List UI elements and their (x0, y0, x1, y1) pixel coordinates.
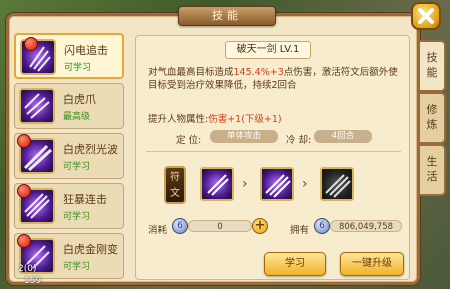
skill-status: 可学习 (63, 212, 91, 222)
skill-name: 白虎烈光波 (63, 143, 118, 156)
window-title: 技能 (178, 6, 276, 26)
divider (146, 151, 401, 152)
skill-name: 闪电追击 (64, 44, 108, 57)
skill-list: 闪电追击 可学习 白虎爪 最高级 白虎烈光波 可学习 狂暴连击 可学习 白虎金刚… (14, 33, 126, 283)
corner-number: 2(0) (18, 264, 37, 274)
skill-item-2[interactable]: 白虎烈光波 可学习 (14, 133, 124, 179)
skill-title: 破天一剑 LV.1 (225, 41, 311, 59)
skill-stage-1-icon (200, 167, 234, 201)
skill-status: 可学习 (64, 63, 92, 73)
cooldown-label: 冷 却: (286, 135, 312, 146)
add-button[interactable]: + (252, 218, 268, 234)
tab-skills[interactable]: 技能 (420, 40, 446, 92)
skill-status: 可学习 (63, 162, 91, 172)
cooldown-value: 4回合 (314, 130, 372, 143)
arrow-right-icon: › (242, 176, 248, 192)
coin-icon: 6 (172, 218, 188, 234)
skill-status: 最高级 (63, 112, 91, 122)
skill-item-0[interactable]: 闪电追击 可学习 (14, 33, 124, 79)
notification-dot (17, 134, 31, 148)
skill-name: 狂暴连击 (63, 193, 107, 206)
notification-dot (17, 184, 31, 198)
skill-name: 白虎爪 (63, 93, 96, 106)
skill-status: 可学习 (63, 262, 91, 272)
tiger-claw-icon (19, 88, 55, 124)
tab-life[interactable]: 生活 (420, 144, 446, 196)
tab-cultivation[interactable]: 修炼 (420, 92, 446, 144)
cost-label: 消耗 (148, 225, 168, 236)
skill-item-3[interactable]: 狂暴连击 可学习 (14, 183, 124, 229)
corner-number: 159 (24, 276, 42, 286)
notification-dot (17, 234, 31, 248)
close-button[interactable] (411, 2, 441, 30)
rune-badge[interactable]: 符文 (164, 166, 186, 204)
skill-name: 白虎金刚变 (63, 243, 118, 256)
position-label: 定 位: (176, 135, 202, 146)
attribute-bonus: 提升人物属性:伤害+1(下级+1) (148, 114, 282, 125)
coin-icon: 6 (314, 218, 330, 234)
skill-detail: 破天一剑 LV.1 对气血最高目标造成145.4%+3点伤害，激活符文后额外使目… (135, 35, 410, 280)
skill-stage-2-icon (260, 167, 294, 201)
notification-dot (24, 37, 38, 51)
cost-value: 0 (188, 220, 252, 232)
upgrade-all-button[interactable]: 一键升级 (340, 252, 404, 276)
learn-button[interactable]: 学习 (264, 252, 326, 276)
position-value: 单体攻击 (210, 130, 278, 143)
skill-description: 对气血最高目标造成145.4%+3点伤害，激活符文后额外使目标受到治疗效果降低，… (148, 67, 398, 91)
close-icon (418, 8, 434, 24)
skill-stage-3-locked-icon (320, 167, 354, 201)
own-value: 806,049,758 (330, 220, 402, 232)
arrow-right-icon: › (302, 176, 308, 192)
skill-item-1[interactable]: 白虎爪 最高级 (14, 83, 124, 129)
own-label: 拥有 (290, 225, 310, 236)
